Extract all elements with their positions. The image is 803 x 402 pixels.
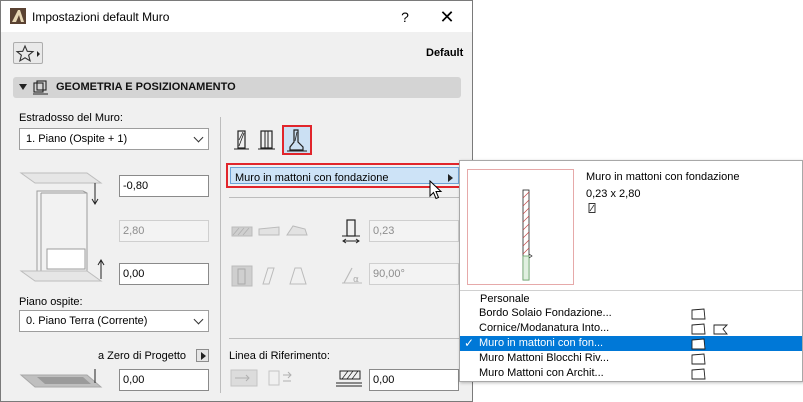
polygonal-wall-icon [286, 225, 308, 236]
wall-default-settings-dialog: Impostazioni default Muro ? ✕ Default GE… [0, 0, 473, 402]
top-linked-select[interactable]: 1. Piano (Ospite + 1) [19, 128, 209, 150]
reference-line-offset-icon [336, 370, 362, 387]
preview-profile-size: 0,23 x 2,80 [586, 188, 641, 200]
svg-text:α: α [353, 275, 359, 285]
column-divider [220, 117, 221, 393]
brick-wall-profile-icon [691, 338, 706, 350]
close-button[interactable]: ✕ [429, 5, 465, 29]
profile-list-item[interactable]: Personale [460, 292, 802, 307]
geometry-section-icon [33, 80, 48, 95]
basic-structure-icon[interactable] [230, 128, 252, 152]
title-bar: Impostazioni default Muro ? ✕ [1, 1, 472, 32]
reference-line-location-icon [230, 369, 258, 387]
check-icon: ✓ [464, 336, 475, 350]
straight-wall-icon [231, 226, 253, 237]
base-offset-input[interactable]: 0,00 [119, 263, 209, 285]
top-offset-input[interactable]: -0,80 [119, 175, 209, 197]
profile-list-item[interactable]: Muro Mattoni Blocchi Riv... [460, 351, 802, 366]
section-title: GEOMETRIA E POSIZIONAMENTO [56, 81, 236, 93]
angle-input[interactable]: 90,00° [369, 263, 459, 285]
wall-3d-diagram-icon [19, 172, 105, 282]
profile-preview-icon [522, 189, 533, 281]
favorites-button[interactable] [13, 42, 43, 64]
separator [229, 338, 461, 339]
collapse-arrow-icon [19, 84, 27, 90]
home-story-value: 0. Piano Terra (Corrente) [26, 315, 148, 327]
complex-profile-small-icon [588, 203, 596, 213]
preview-profile-name: Muro in mattoni con fondazione [586, 171, 740, 183]
double-slanted-wall-icon [289, 267, 307, 285]
profile-list-item[interactable]: Bordo Solaio Fondazione... [460, 306, 802, 321]
profile-list-item[interactable]: Muro Mattoni con Archit... [460, 366, 802, 381]
popup-separator [460, 290, 802, 291]
composite-structure-icon[interactable] [255, 128, 277, 152]
separator [229, 197, 461, 198]
top-linked-label: Estradosso del Muro: [19, 112, 123, 124]
window-title: Impostazioni default Muro [32, 10, 170, 24]
brick-architrave-profile-icon [691, 368, 706, 380]
wall-height-input[interactable]: 2,80 [119, 220, 209, 242]
profile-popup-panel: Muro in mattoni con fondazione 0,23 x 2,… [459, 160, 803, 382]
complex-profile-icon [287, 129, 307, 152]
reference-level-button[interactable] [196, 349, 209, 362]
slab-edge-profile-icon [691, 308, 706, 320]
complex-profile-button[interactable] [282, 125, 312, 155]
reference-line-flip-icon [268, 370, 292, 386]
wall-angle-icon: α [342, 267, 362, 285]
project-zero-label: a Zero di Progetto [98, 350, 187, 362]
archicad-app-icon [10, 8, 26, 24]
default-label: Default [426, 47, 464, 59]
submenu-arrow-icon [448, 174, 453, 182]
profile-selector-button[interactable]: Muro in mattoni con fondazione [226, 163, 463, 188]
help-button[interactable]: ? [395, 8, 415, 26]
vertical-wall-icon [231, 265, 253, 287]
project-zero-input[interactable]: 0,00 [119, 369, 209, 391]
profile-list-item[interactable]: Cornice/Modanatura Into... [460, 321, 802, 336]
cornice-profile-icon [691, 323, 706, 335]
reference-line-offset-input[interactable]: 0,00 [369, 369, 459, 391]
slanted-wall-icon [262, 267, 275, 285]
chevron-down-icon [193, 314, 204, 325]
chevron-down-icon [193, 132, 204, 143]
cornice-profile-icon-2 [713, 324, 729, 335]
profile-selected-label: Muro in mattoni con fondazione [235, 172, 389, 184]
profile-list-item-selected[interactable]: ✓ Muro in mattoni con fon... [460, 336, 802, 351]
wall-thickness-icon [342, 219, 360, 244]
home-story-select[interactable]: 0. Piano Terra (Corrente) [19, 310, 209, 332]
project-zero-icon [19, 369, 103, 388]
home-story-label: Piano ospite: [19, 296, 83, 308]
profile-preview [467, 169, 574, 285]
geometry-section-header[interactable]: GEOMETRIA E POSIZIONAMENTO [13, 77, 461, 98]
thickness-input[interactable]: 0,23 [369, 220, 459, 242]
reference-line-label: Linea di Riferimento: [229, 350, 330, 362]
mouse-cursor-icon [429, 180, 443, 200]
top-linked-value: 1. Piano (Ospite + 1) [26, 133, 128, 145]
star-icon [15, 44, 40, 62]
trapezoid-wall-icon [258, 226, 280, 236]
brick-block-profile-icon [691, 353, 706, 365]
